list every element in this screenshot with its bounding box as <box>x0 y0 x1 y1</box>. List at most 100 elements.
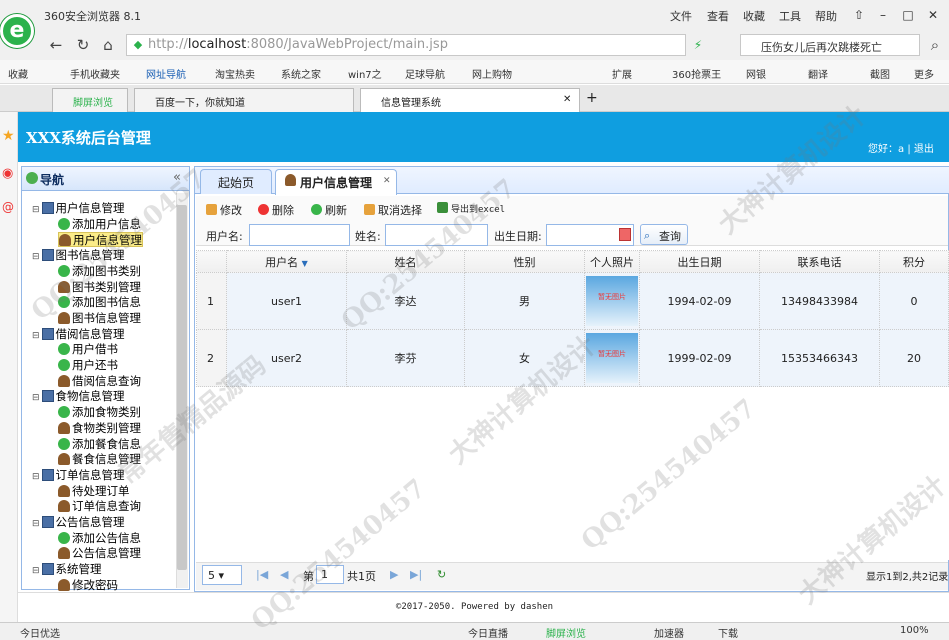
nav-item[interactable]: 图书类别管理 <box>58 280 141 295</box>
pin-icon[interactable]: ⇧ <box>848 6 870 24</box>
edit-button[interactable]: 修改 <box>206 202 242 218</box>
bookmark-item[interactable]: 网银 <box>746 66 766 81</box>
browser-tab[interactable]: 脚屏浏览 <box>52 88 128 112</box>
last-page-icon[interactable]: ▶| <box>410 568 422 581</box>
new-tab-icon[interactable]: + <box>586 90 598 106</box>
nav-item[interactable]: 图书信息管理 <box>58 311 141 326</box>
first-page-icon[interactable]: |◀ <box>256 568 268 581</box>
bookmark-item[interactable]: 系统之家 <box>281 66 321 81</box>
nav-item[interactable]: 餐食信息管理 <box>58 452 141 467</box>
bookmark-item[interactable]: 网址导航 <box>146 66 186 81</box>
export-button[interactable]: 导出到excel <box>437 202 505 215</box>
bookmark-item[interactable]: 收藏 <box>8 66 28 81</box>
header-username[interactable]: 用户名 ▼ <box>226 250 347 273</box>
nav-scroll-thumb[interactable] <box>177 205 187 570</box>
nav-group[interactable]: ⊟ 借阅信息管理 <box>32 327 125 342</box>
mail-icon[interactable]: @ <box>2 200 14 214</box>
header-score[interactable]: 积分 <box>879 250 949 273</box>
back-icon[interactable]: ← <box>46 36 66 54</box>
nav-item[interactable]: 待处理订单 <box>58 484 130 499</box>
nav-item[interactable]: 用户信息管理 <box>58 232 143 248</box>
table-row[interactable]: 1 user1 李达 男 暂无图片 1994-02-09 13498433984… <box>196 272 949 330</box>
home-icon[interactable]: ⌂ <box>98 36 118 54</box>
status-item[interactable]: 下载 <box>718 625 738 640</box>
nav-item[interactable]: 用户借书 <box>58 342 118 357</box>
page-number-input[interactable]: 1 <box>316 565 344 584</box>
nav-item[interactable]: 修改密码 <box>58 578 118 593</box>
speed-icon[interactable]: ⚡ <box>688 36 708 54</box>
bookmark-item[interactable]: 截图 <box>870 66 890 81</box>
sort-desc-icon[interactable]: ▼ <box>302 259 308 268</box>
cancel-select-button[interactable]: 取消选择 <box>364 202 422 218</box>
minimize-icon[interactable]: – <box>872 6 894 24</box>
tab-home[interactable]: 起始页 <box>200 169 272 194</box>
nav-item[interactable]: 用户还书 <box>58 358 118 373</box>
bookmark-item[interactable]: 淘宝热卖 <box>215 66 255 81</box>
search-icon[interactable]: ⌕ <box>925 36 945 54</box>
nav-group[interactable]: ⊟ 用户信息管理 <box>32 201 125 216</box>
nav-group[interactable]: ⊟ 图书信息管理 <box>32 248 125 263</box>
status-item[interactable]: 脚屏浏览 <box>546 625 586 640</box>
expand-icon[interactable]: ⊟ <box>32 205 40 215</box>
status-item[interactable]: 加速器 <box>654 625 684 640</box>
zoom-level[interactable]: 100% <box>900 625 929 636</box>
expand-icon[interactable]: ⊟ <box>32 519 40 529</box>
star-icon[interactable]: ★ <box>2 128 15 144</box>
url-text[interactable]: http://localhost:8080/JavaWebProject/mai… <box>148 37 448 52</box>
bookmark-item[interactable]: 足球导航 <box>405 66 445 81</box>
bookmark-item[interactable]: 网上购物 <box>472 66 512 81</box>
header-sex[interactable]: 性别 <box>464 250 585 273</box>
close-window-icon[interactable]: ✕ <box>922 6 944 24</box>
nav-item[interactable]: 添加图书类别 <box>58 264 141 279</box>
menu-file[interactable]: 文件 <box>670 8 692 24</box>
collapse-icon[interactable]: « <box>173 170 181 185</box>
browser-tab[interactable]: 百度一下，你就知道 <box>134 88 354 112</box>
nav-item[interactable]: 食物类别管理 <box>58 421 141 436</box>
logout-link[interactable]: 退出 <box>914 144 934 155</box>
status-item[interactable]: 今日直播 <box>468 625 508 640</box>
reload-icon[interactable]: ↻ <box>73 36 93 54</box>
bookmark-item[interactable]: 更多 <box>914 66 934 81</box>
nav-item[interactable]: 添加用户信息 <box>58 217 141 232</box>
nav-group[interactable]: ⊟ 订单信息管理 <box>32 468 125 483</box>
bookmark-item[interactable]: 翻译 <box>808 66 828 81</box>
header-photo[interactable]: 个人照片 <box>584 250 640 273</box>
menu-view[interactable]: 查看 <box>707 8 729 24</box>
username-input[interactable] <box>249 224 350 246</box>
expand-icon[interactable]: ⊟ <box>32 393 40 403</box>
menu-favorites[interactable]: 收藏 <box>743 8 765 24</box>
nav-item[interactable]: 添加公告信息 <box>58 531 141 546</box>
next-page-icon[interactable]: ▶ <box>390 568 398 581</box>
expand-icon[interactable]: ⊟ <box>32 472 40 482</box>
bookmark-item[interactable]: win7之 <box>348 66 382 81</box>
nav-item[interactable]: 添加图书信息 <box>58 295 141 310</box>
nav-item[interactable]: 订单信息查询 <box>58 499 141 514</box>
nav-item[interactable]: 添加餐食信息 <box>58 437 141 452</box>
table-row[interactable]: 2 user2 李芬 女 暂无图片 1999-02-09 15353466343… <box>196 329 949 387</box>
search-input[interactable]: 压伤女儿后再次跳楼死亡 <box>740 34 920 56</box>
expand-icon[interactable]: ⊟ <box>32 252 40 262</box>
bookmark-item[interactable]: 扩展 <box>612 66 632 81</box>
maximize-icon[interactable]: □ <box>897 6 919 24</box>
menu-help[interactable]: 帮助 <box>815 8 837 24</box>
status-left[interactable]: 今日优选 <box>20 625 60 640</box>
page-size-select[interactable]: 5 ▾ <box>202 565 242 585</box>
prev-page-icon[interactable]: ◀ <box>280 568 288 581</box>
bookmark-item[interactable]: 360抢票王 <box>672 66 721 81</box>
bookmark-item[interactable]: 手机收藏夹 <box>70 66 120 81</box>
menu-tools[interactable]: 工具 <box>779 8 801 24</box>
refresh-button[interactable]: 刷新 <box>311 202 347 218</box>
delete-button[interactable]: 删除 <box>258 202 294 218</box>
expand-icon[interactable]: ⊟ <box>32 331 40 341</box>
nav-item[interactable]: 借阅信息查询 <box>58 374 141 389</box>
browser-tab-active[interactable]: 信息管理系统 <box>360 88 580 112</box>
nav-group[interactable]: ⊟ 公告信息管理 <box>32 515 125 530</box>
header-birthdate[interactable]: 出生日期 <box>639 250 760 273</box>
header-phone[interactable]: 联系电话 <box>759 250 880 273</box>
close-tab-icon[interactable]: ✕ <box>383 176 391 186</box>
weibo-icon[interactable]: ◉ <box>2 166 13 181</box>
nav-item[interactable]: 公告信息管理 <box>58 546 141 561</box>
calendar-icon[interactable] <box>619 228 631 241</box>
expand-icon[interactable]: ⊟ <box>32 566 40 576</box>
name-input[interactable] <box>385 224 488 246</box>
